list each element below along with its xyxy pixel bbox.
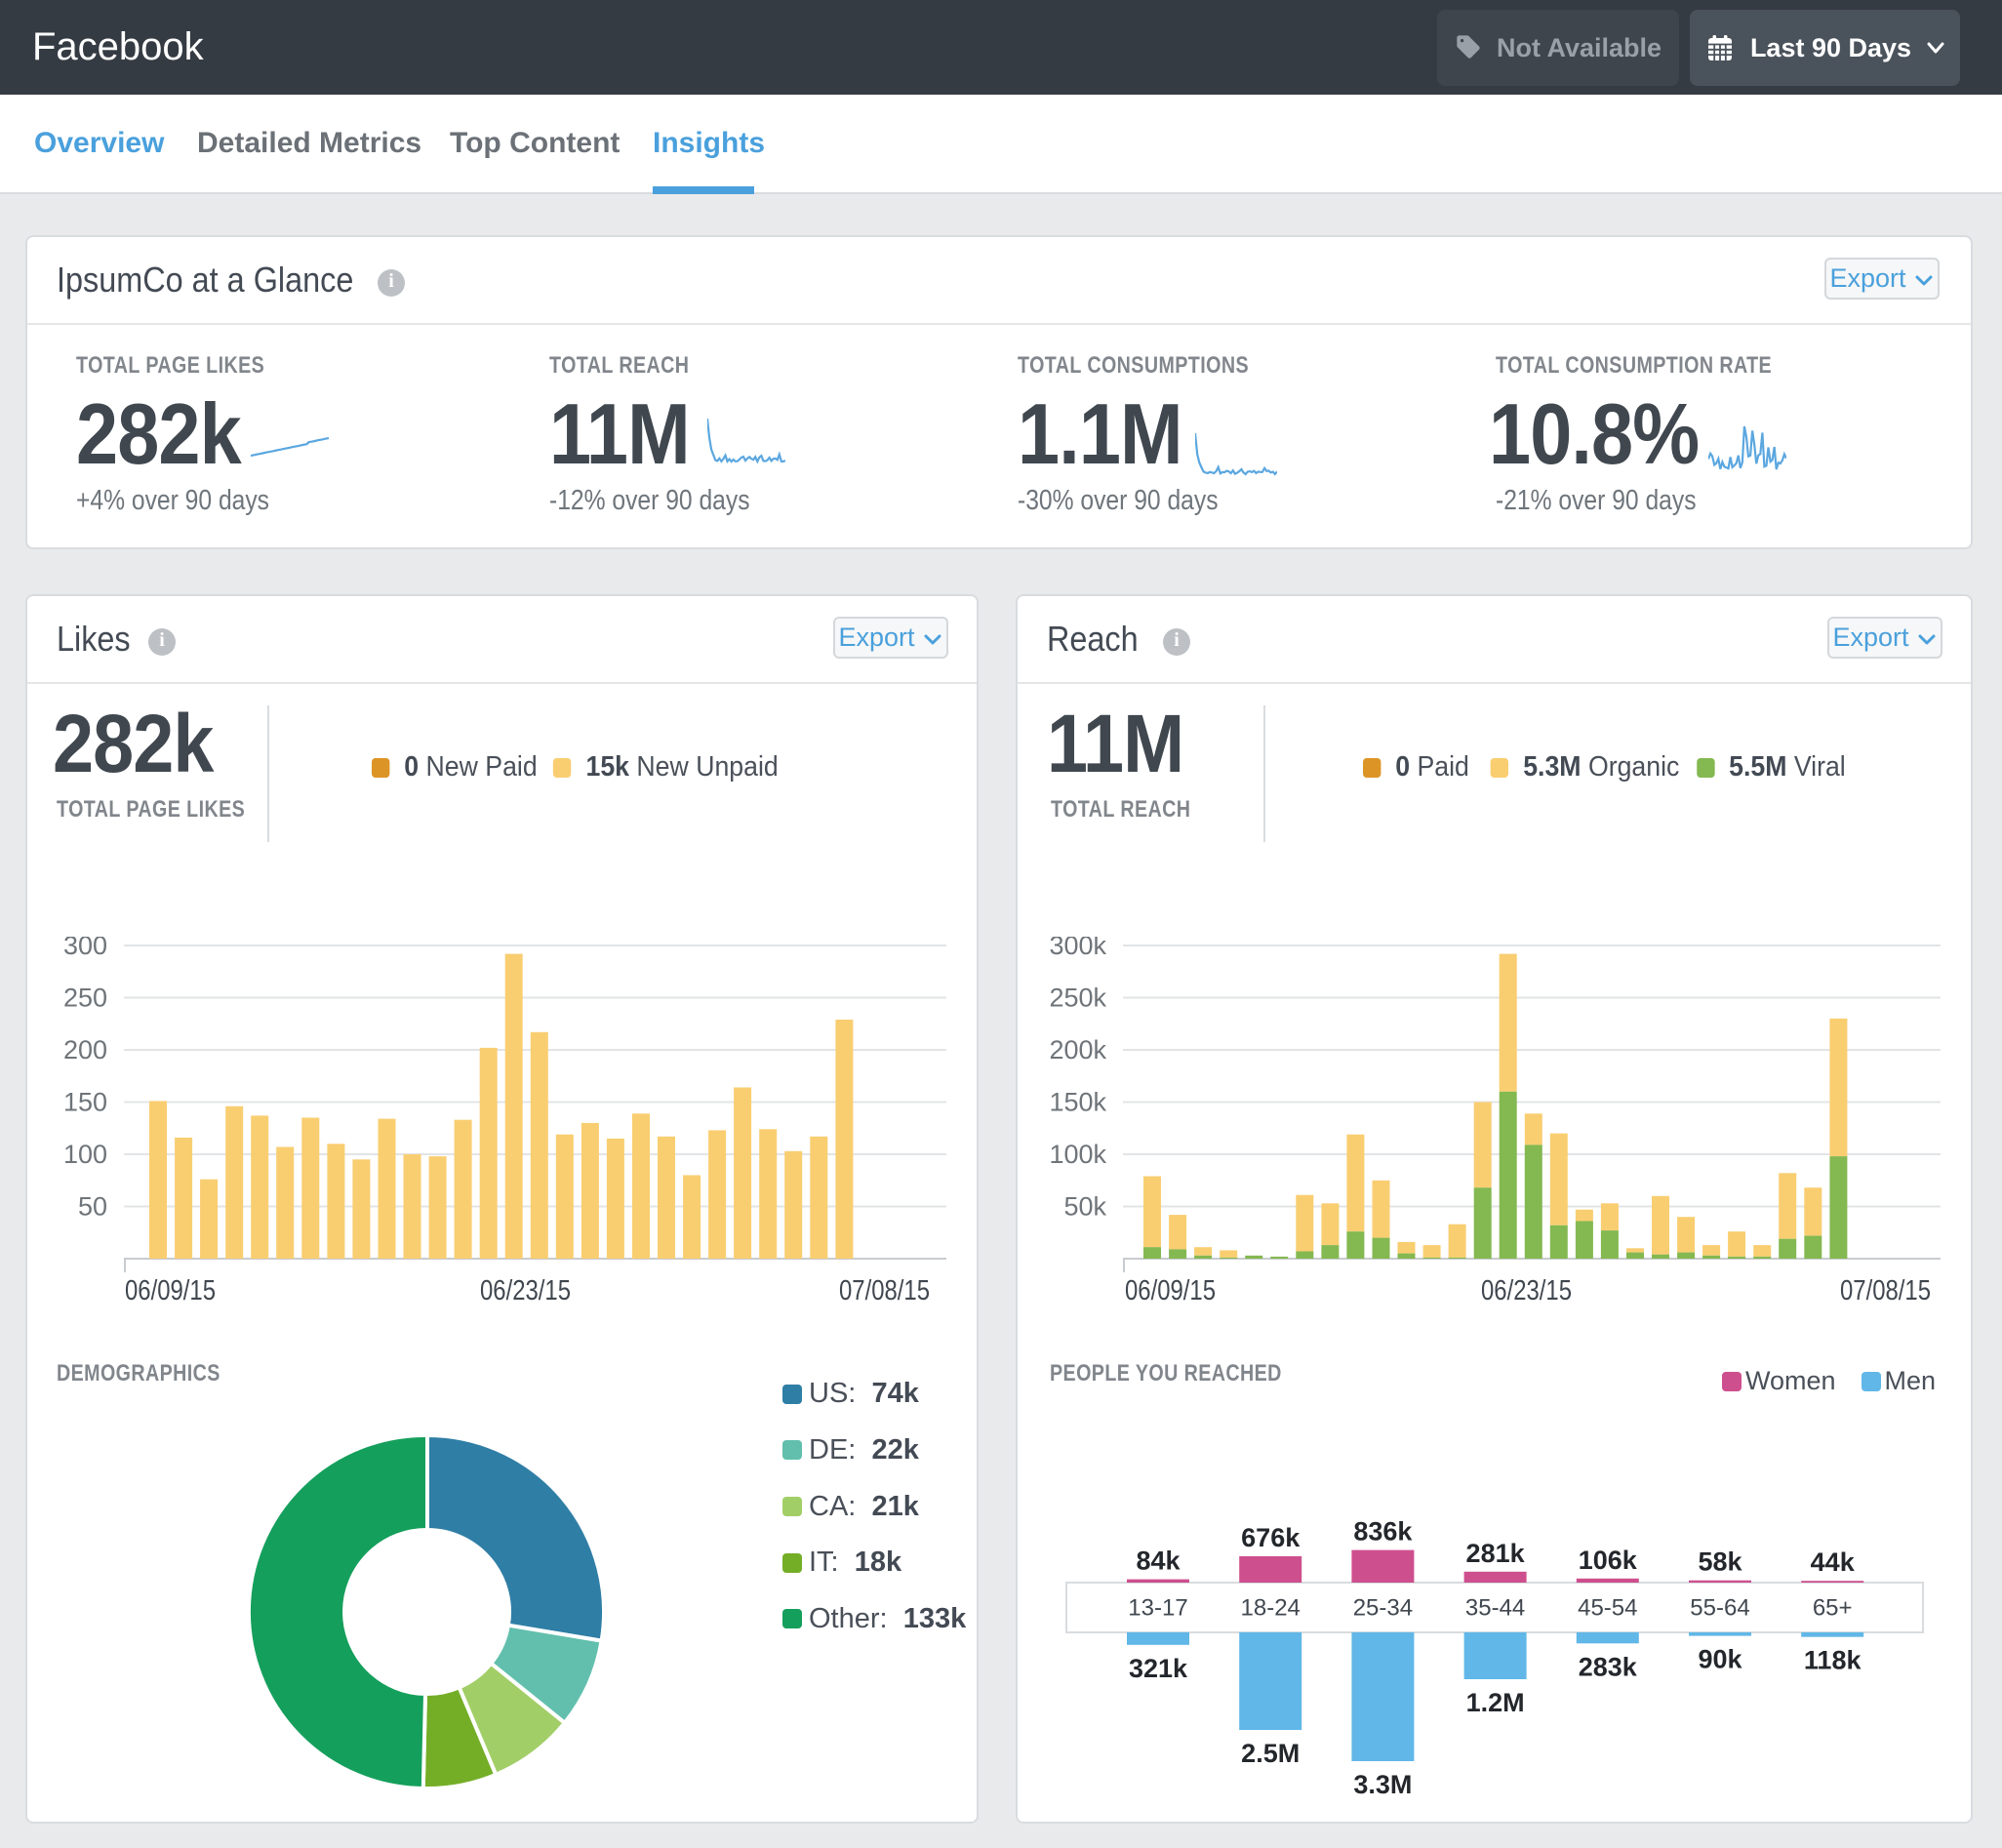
svg-text:65+: 65+ — [1813, 1595, 1853, 1622]
svg-text:200k: 200k — [1049, 1035, 1106, 1065]
svg-text:150: 150 — [63, 1088, 107, 1117]
svg-text:13-17: 13-17 — [1128, 1595, 1187, 1622]
svg-text:100k: 100k — [1049, 1140, 1106, 1169]
svg-text:150k: 150k — [1049, 1088, 1106, 1117]
svg-text:06/09/15: 06/09/15 — [1125, 1275, 1216, 1306]
svg-text:106k: 106k — [1579, 1546, 1638, 1575]
svg-text:50: 50 — [78, 1192, 107, 1222]
svg-text:07/08/15: 07/08/15 — [1840, 1275, 1931, 1306]
svg-text:250k: 250k — [1049, 984, 1106, 1013]
svg-text:18-24: 18-24 — [1241, 1595, 1301, 1622]
svg-text:300: 300 — [63, 937, 107, 960]
svg-text:45-54: 45-54 — [1578, 1595, 1637, 1622]
svg-text:2.5M: 2.5M — [1241, 1739, 1300, 1768]
svg-text:06/09/15: 06/09/15 — [125, 1275, 216, 1306]
svg-text:58k: 58k — [1698, 1547, 1742, 1577]
svg-text:90k: 90k — [1698, 1645, 1742, 1674]
svg-text:55-64: 55-64 — [1690, 1595, 1749, 1622]
svg-text:84k: 84k — [1136, 1547, 1181, 1576]
svg-text:250: 250 — [63, 984, 107, 1013]
svg-text:281k: 281k — [1466, 1539, 1526, 1568]
svg-text:06/23/15: 06/23/15 — [1481, 1275, 1572, 1306]
svg-text:321k: 321k — [1129, 1654, 1188, 1683]
svg-text:118k: 118k — [1804, 1646, 1862, 1675]
svg-text:836k: 836k — [1353, 1517, 1413, 1547]
svg-text:25-34: 25-34 — [1353, 1595, 1413, 1622]
svg-text:300k: 300k — [1049, 937, 1106, 960]
svg-text:283k: 283k — [1579, 1652, 1638, 1681]
svg-text:06/23/15: 06/23/15 — [480, 1275, 571, 1306]
svg-text:50k: 50k — [1063, 1192, 1106, 1222]
svg-text:1.2M: 1.2M — [1466, 1688, 1525, 1717]
svg-text:07/08/15: 07/08/15 — [839, 1275, 930, 1306]
svg-text:44k: 44k — [1811, 1547, 1856, 1577]
svg-text:3.3M: 3.3M — [1353, 1770, 1412, 1799]
svg-text:35-44: 35-44 — [1465, 1595, 1525, 1622]
svg-text:676k: 676k — [1241, 1523, 1301, 1552]
svg-text:100: 100 — [63, 1140, 107, 1169]
svg-text:200: 200 — [63, 1035, 107, 1065]
